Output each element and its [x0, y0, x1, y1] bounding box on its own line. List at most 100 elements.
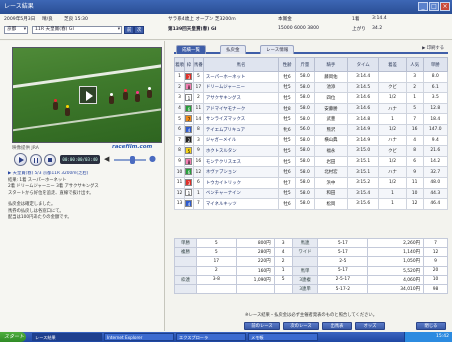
table-cell: 58.0	[294, 145, 315, 157]
table-cell: 7	[192, 198, 204, 210]
table-cell: 3:14.4	[347, 71, 380, 83]
speaker-icon[interactable]: ◀	[104, 155, 109, 163]
tab-race-info[interactable]: レース情報	[260, 45, 295, 54]
jockey-figure	[110, 93, 113, 96]
table-cell: 9	[174, 155, 185, 168]
prev-race-button[interactable]: 前	[124, 26, 135, 34]
start-button[interactable]: スタート	[0, 332, 26, 342]
column-header: 馬番	[192, 57, 204, 72]
taskbar-item[interactable]: レース結果	[32, 333, 102, 341]
payout-cell: 2-5	[317, 256, 369, 267]
table-cell: 14	[192, 113, 204, 125]
bet-type-cell	[174, 265, 197, 276]
table-cell: 58.0	[294, 92, 315, 104]
table-row[interactable]: 8 5 9 ホクトスルタン 牡5 58.0 福永 3:15.0 クビ 8 21.6	[174, 145, 449, 157]
payout-row: 3連単 5-17-2 34,010円 98	[174, 283, 448, 295]
gate-badge: 3	[185, 178, 193, 186]
table-row[interactable]: 1 3 5 スーパーホーネット 牡6 58.0 藤岡佑 3:14.4 3 8.0	[174, 71, 449, 83]
race-video-player[interactable]	[12, 47, 162, 143]
notes-line: 配当は100円あたりの金額です。	[8, 215, 72, 220]
payout-cell: 9	[423, 256, 448, 267]
payout-cell: 160円	[235, 265, 275, 276]
table-cell: 11	[174, 176, 185, 189]
minimize-icon[interactable]: _	[418, 2, 428, 11]
table-cell: 1	[378, 113, 407, 125]
horse-name-cell: モンテクリスエス	[202, 155, 280, 168]
gate-badge: 3	[185, 72, 193, 80]
horse-name-cell: アドマイヤモナーク	[202, 102, 280, 115]
winning-time-label: 1着	[352, 17, 360, 22]
pause-icon[interactable]	[30, 154, 42, 166]
tab-results[interactable]: 成績一覧	[176, 45, 206, 54]
table-cell: 7	[183, 113, 194, 125]
taskbar-item[interactable]: メモ帳	[248, 333, 318, 341]
horse-figure	[65, 108, 70, 116]
table-row[interactable]: 12 1 1 ベンチャーナイン 牡5 58.0 和田 3:15.4 1 10 44.3	[174, 187, 449, 200]
next-race-button[interactable]: 次	[134, 26, 145, 34]
column-header: 人気	[405, 57, 424, 72]
taskbar-item[interactable]: Internet Explorer	[104, 333, 174, 341]
table-cell: 1	[183, 187, 194, 200]
stop-icon[interactable]	[44, 154, 56, 166]
race-select[interactable]: 11R 天皇賞(春) GI ▾	[32, 26, 122, 34]
results-tabs: 成績一覧 払戻金 レース情報 ▶ 印刷する	[174, 44, 448, 54]
taskbar-item[interactable]: エクスプローラ	[176, 333, 246, 341]
table-row[interactable]: 10 6 12 ネヴァブション 牡6 58.0 北村宏 3:15.1 ハナ 9 32.7	[174, 166, 449, 178]
payout-cell: 5-17-2	[317, 283, 369, 295]
column-header: 性齢	[278, 57, 296, 72]
table-cell: 58.0	[294, 134, 315, 147]
close-button[interactable]: 閉じる	[416, 322, 446, 330]
volume-knob[interactable]	[130, 156, 135, 164]
table-cell: 3	[174, 92, 185, 104]
table-cell	[378, 71, 407, 83]
table-cell: 7	[174, 134, 185, 147]
table-cell: 58.0	[294, 187, 315, 200]
play-icon[interactable]	[14, 153, 27, 166]
table-row[interactable]: 6 4 8 テイエムプリキュア 牝6 56.0 熊沢 3:14.9 1/2 16 147.0	[174, 123, 449, 136]
play-overlay-icon[interactable]	[79, 86, 97, 104]
bet-type-cell: 3連単	[291, 283, 319, 295]
table-cell: 4	[174, 102, 185, 115]
payout-cell: 5-17	[317, 247, 369, 258]
table-cell: 1/2	[378, 155, 407, 168]
horse-name-cell: ホクトスルタン	[202, 145, 280, 157]
table-cell: 1	[174, 71, 185, 83]
table-cell: 武豊	[313, 113, 349, 125]
prev-race-nav-button[interactable]: 前のレース	[244, 322, 280, 330]
table-row[interactable]: 7 2 3 ジャガーメイル 牡5 58.0 横山典 3:14.9 ハナ 4 9.4	[174, 134, 449, 147]
volume-max-icon[interactable]: ●	[149, 154, 156, 163]
table-row[interactable]: 9 8 16 モンテクリスエス 牡5 58.0 岩田 3:15.1 1/2 6 14.2	[174, 155, 449, 168]
table-cell: 2	[192, 92, 204, 104]
table-cell: 11	[192, 102, 204, 115]
tab-payouts[interactable]: 払戻金	[220, 45, 246, 54]
table-cell: ハナ	[378, 102, 407, 115]
bet-type-cell	[174, 283, 197, 295]
table-cell: ハナ	[378, 134, 407, 147]
table-cell: 5	[405, 102, 424, 115]
venue-select[interactable]: 京都 ▾	[4, 26, 28, 34]
horse-figure	[109, 96, 114, 104]
table-cell: 12	[405, 198, 424, 210]
next-race-nav-button[interactable]: 次のレース	[283, 322, 319, 330]
table-row[interactable]: 11 3 6 トウカイトリック 牡7 58.0 浜中 3:15.2 1/2 11 48.0	[174, 176, 449, 189]
race-title: 第139回天皇賞(春) GI	[168, 27, 217, 32]
close-icon[interactable]: ×	[440, 2, 450, 11]
table-row[interactable]: 5 7 14 サンライズマックス 牡5 58.0 武豊 3:14.8 1 7 18.4	[174, 113, 449, 125]
table-cell: 58.0	[294, 102, 315, 115]
table-cell: 5	[174, 113, 185, 125]
jockey-figure	[136, 91, 139, 94]
race-date: 2009年5月3日	[4, 17, 36, 22]
last-3f-label: 上がり	[352, 27, 366, 32]
table-cell: 58.0	[294, 155, 315, 168]
entries-button[interactable]: 出馬表	[322, 322, 352, 330]
table-row[interactable]: 3 1 2 アサクサキングス 牡5 58.0 四位 3:14.6 1/2 1 3.5	[174, 92, 449, 104]
table-row[interactable]: 2 8 17 ドリームジャーニー 牡5 58.0 池添 3:14.5 クビ 2 6.1	[174, 81, 449, 94]
print-link[interactable]: ▶ 印刷する	[422, 45, 444, 51]
odds-button[interactable]: オッズ	[355, 322, 385, 330]
table-row[interactable]: 13 4 7 マイネルキッツ 牡6 58.0 松岡 3:15.6 1 12 46.4	[174, 198, 449, 210]
table-cell: 3:15.1	[347, 155, 380, 168]
table-row[interactable]: 4 6 11 アドマイヤモナーク 牡8 58.0 安藤勝 3:14.6 ハナ 5 12.8	[174, 102, 449, 115]
gate-badge: 1	[185, 93, 193, 101]
table-cell: 熊沢	[313, 123, 349, 136]
maximize-icon[interactable]: □	[429, 2, 439, 11]
